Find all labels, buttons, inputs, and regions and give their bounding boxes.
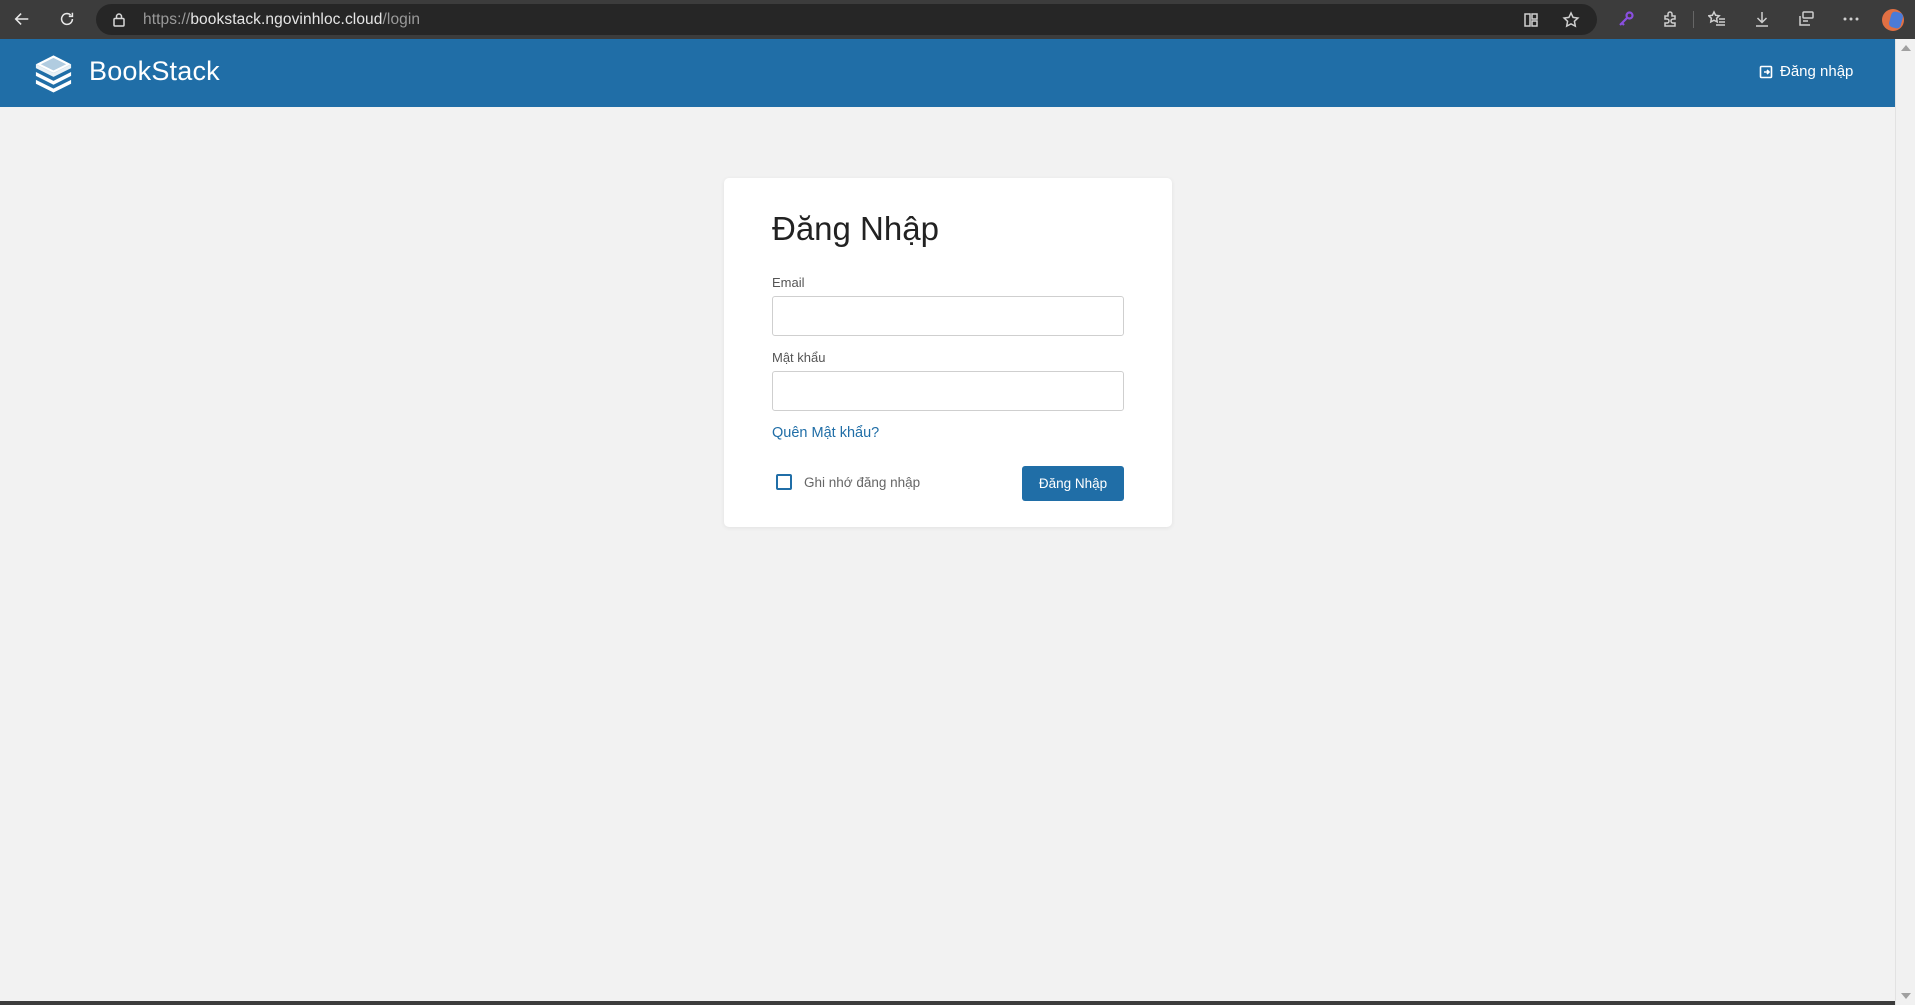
- toolbar-divider: [1693, 11, 1694, 28]
- login-title: Đăng Nhập: [772, 210, 939, 247]
- bookstack-logo-icon[interactable]: [32, 53, 75, 93]
- scroll-up-arrow[interactable]: [1901, 45, 1911, 51]
- login-card: Đăng Nhập Email Mật khẩu Quên Mật khẩu? …: [724, 178, 1172, 527]
- browser-toolbar: https://bookstack.ngovinhloc.cloud/login: [0, 0, 1915, 39]
- email-label: Email: [772, 275, 805, 290]
- app-header: BookStack Đăng nhập: [0, 39, 1895, 107]
- email-field[interactable]: [772, 296, 1124, 336]
- url-path: /login: [382, 11, 421, 28]
- forgot-password-link[interactable]: Quên Mật khẩu?: [772, 425, 879, 441]
- collections-icon[interactable]: [1797, 10, 1817, 30]
- brand-name[interactable]: BookStack: [89, 56, 220, 87]
- more-dots-icon[interactable]: [1842, 10, 1862, 30]
- key-icon[interactable]: [1617, 10, 1637, 30]
- download-icon[interactable]: [1753, 10, 1773, 30]
- star-icon[interactable]: [1562, 11, 1580, 29]
- favorites-list-icon[interactable]: [1707, 10, 1728, 30]
- back-arrow-icon[interactable]: [9, 6, 35, 32]
- password-label: Mật khẩu: [772, 350, 826, 365]
- split-screen-icon[interactable]: [1522, 11, 1540, 29]
- header-login-label: Đăng nhập: [1780, 63, 1854, 80]
- remember-me[interactable]: Ghi nhớ đăng nhập: [776, 474, 920, 490]
- scroll-down-arrow[interactable]: [1901, 993, 1911, 999]
- address-bar[interactable]: https://bookstack.ngovinhloc.cloud/login: [96, 4, 1597, 35]
- url-host: bookstack.ngovinhloc.cloud: [190, 11, 383, 28]
- puzzle-icon[interactable]: [1661, 10, 1681, 30]
- address-url: https://bookstack.ngovinhloc.cloud/login: [143, 11, 420, 29]
- password-field[interactable]: [772, 371, 1124, 411]
- page-scrollbar[interactable]: [1895, 39, 1915, 1005]
- window-bottom-edge: [0, 1001, 1895, 1005]
- reload-icon[interactable]: [54, 6, 80, 32]
- remember-label: Ghi nhớ đăng nhập: [804, 474, 921, 490]
- login-submit-button[interactable]: Đăng Nhập: [1022, 466, 1124, 501]
- profile-avatar[interactable]: [1882, 9, 1904, 31]
- url-scheme: https://: [143, 11, 191, 28]
- header-login-link[interactable]: Đăng nhập: [1759, 63, 1853, 80]
- lock-icon[interactable]: [112, 12, 126, 27]
- remember-checkbox[interactable]: [776, 474, 792, 490]
- login-arrow-icon: [1759, 65, 1773, 78]
